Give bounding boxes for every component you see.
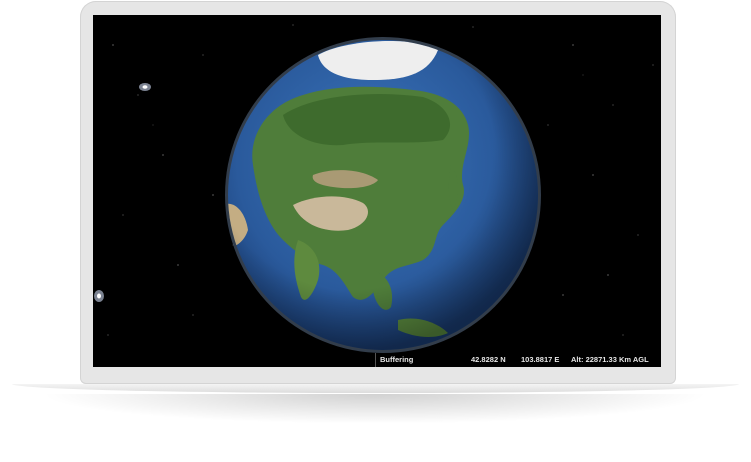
altitude-readout: Alt: 22871.33 Km AGL bbox=[571, 355, 649, 364]
globe[interactable] bbox=[223, 35, 543, 355]
star-icon bbox=[139, 83, 151, 91]
longitude-readout: 103.8817 E bbox=[521, 355, 560, 364]
latitude-readout: 42.8282 N bbox=[471, 355, 506, 364]
star-icon bbox=[94, 290, 104, 302]
globe-icon bbox=[225, 37, 541, 353]
status-divider bbox=[375, 353, 376, 367]
laptop-base bbox=[12, 384, 739, 393]
status-bar: Buffering 42.8282 N 103.8817 E Alt: 2287… bbox=[93, 353, 661, 367]
globe-viewer-screen[interactable]: Buffering 42.8282 N 103.8817 E Alt: 2287… bbox=[93, 15, 661, 367]
laptop-shadow bbox=[40, 394, 710, 424]
buffering-status: Buffering bbox=[380, 355, 414, 364]
